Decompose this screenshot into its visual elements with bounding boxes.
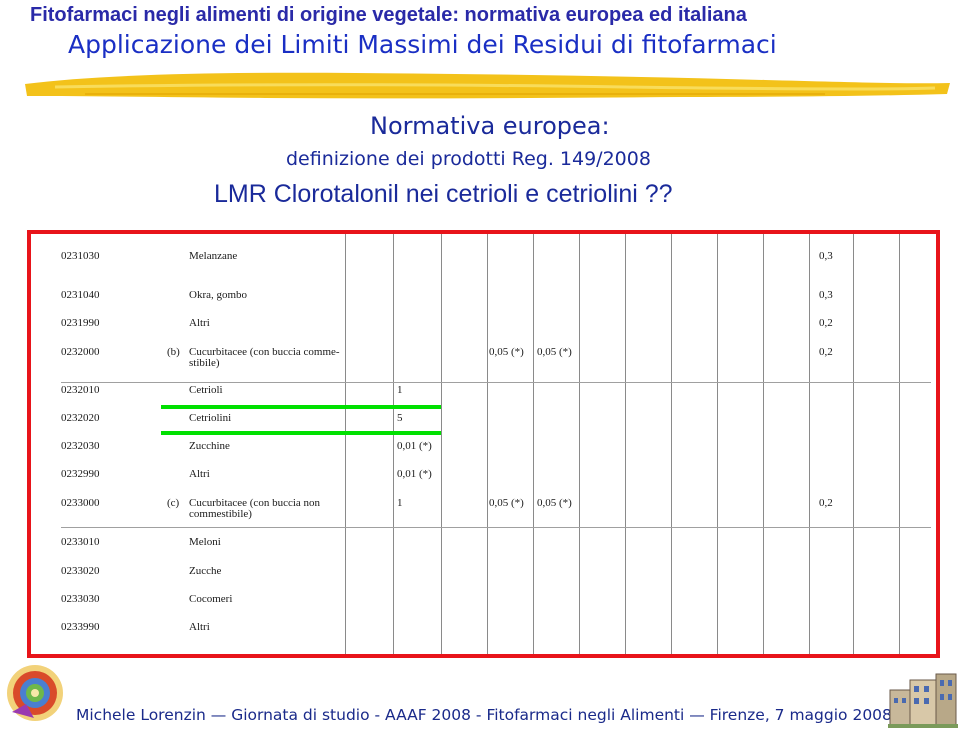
table-gridline xyxy=(763,234,764,654)
table-cell-name: commestibile) xyxy=(189,508,252,520)
section-subheading: definizione dei prodotti Reg. 149/2008 xyxy=(286,148,651,170)
table-cell-code: 0233020 xyxy=(61,565,100,577)
table-cell-lmr: 0,01 (*) xyxy=(397,440,432,452)
table-cell-lmr: 5 xyxy=(397,412,403,424)
table-cell-lmr: 0,01 (*) xyxy=(397,468,432,480)
highlight-bar xyxy=(161,405,441,409)
section-question: LMR Clorotalonil nei cetrioli e cetrioli… xyxy=(214,180,673,208)
table-cell-code: 0233000 xyxy=(61,497,100,509)
table-cell-name: Altri xyxy=(189,468,210,480)
table-gridline xyxy=(441,234,442,654)
table-cell-code: 0233990 xyxy=(61,621,100,633)
table-gridline xyxy=(899,234,900,654)
table-cell-name: Cocomeri xyxy=(189,593,233,605)
table-gridline xyxy=(671,234,672,654)
slide-subtitle: Applicazione dei Limiti Massimi dei Resi… xyxy=(68,30,777,59)
table-row-divider xyxy=(61,382,931,383)
table-cell-lmr: 0,05 (*) xyxy=(489,497,524,509)
table-cell-lmr: 1 xyxy=(397,384,403,396)
section-heading: Normativa europea: xyxy=(370,112,610,140)
yellow-brush-stroke xyxy=(25,72,950,99)
table-cell-lmr: 0,05 (*) xyxy=(537,497,572,509)
table-cell-code: 0232000 xyxy=(61,346,100,358)
table-cell-lmr: 0,2 xyxy=(819,497,833,509)
table-cell-lmr: 0,2 xyxy=(819,346,833,358)
table-cell-lmr: 0,05 (*) xyxy=(537,346,572,358)
regulation-table: 0231030 Melanzane 0,3 0231040 Okra, gombo 0,3… xyxy=(31,234,936,654)
table-cell-lmr: 0,3 xyxy=(819,250,833,262)
table-cell-group: (b) xyxy=(167,346,180,358)
table-gridline xyxy=(579,234,580,654)
table-cell-code: 0232020 xyxy=(61,412,100,424)
table-cell-name: Cetrioli xyxy=(189,384,223,396)
footer-credits: Michele Lorenzin — Giornata di studio - … xyxy=(76,706,892,724)
table-cell-code: 0231990 xyxy=(61,317,100,329)
table-cell-code: 0233030 xyxy=(61,593,100,605)
table-cell-code: 0233010 xyxy=(61,536,100,548)
slide-title: Fitofarmaci negli alimenti di origine ve… xyxy=(30,4,747,26)
highlight-bar xyxy=(161,431,441,435)
table-cell-code: 0232010 xyxy=(61,384,100,396)
table-row-divider xyxy=(61,527,931,528)
table-cell-name: stibile) xyxy=(189,357,220,369)
table-cell-name: Altri xyxy=(189,317,210,329)
table-cell-name: Cetriolini xyxy=(189,412,232,424)
table-cell-code: 0231040 xyxy=(61,289,100,301)
table-gridline xyxy=(717,234,718,654)
table-cell-lmr: 0,05 (*) xyxy=(489,346,524,358)
table-cell-code: 0231030 xyxy=(61,250,100,262)
table-gridline xyxy=(809,234,810,654)
table-cell-group: (c) xyxy=(167,497,180,509)
table-cell-lmr: 0,2 xyxy=(819,317,833,329)
table-gridline xyxy=(345,234,346,654)
table-cell-name: Altri xyxy=(189,621,210,633)
spiral-logo-icon xyxy=(7,665,63,721)
table-gridline xyxy=(853,234,854,654)
building-logo-icon xyxy=(888,673,958,728)
regulation-table-frame: 0231030 Melanzane 0,3 0231040 Okra, gombo 0,3… xyxy=(27,230,940,658)
table-cell-code: 0232030 xyxy=(61,440,100,452)
table-cell-name: Okra, gombo xyxy=(189,289,248,301)
table-cell-name: Zucchine xyxy=(189,440,230,452)
table-gridline xyxy=(487,234,488,654)
table-gridline xyxy=(393,234,394,654)
table-cell-name: Meloni xyxy=(189,536,221,548)
table-cell-lmr: 1 xyxy=(397,497,403,509)
table-cell-lmr: 0,3 xyxy=(819,289,833,301)
table-cell-name: Melanzane xyxy=(189,250,238,262)
table-cell-name: Zucche xyxy=(189,565,222,577)
table-cell-code: 0232990 xyxy=(61,468,100,480)
table-gridline xyxy=(625,234,626,654)
table-gridline xyxy=(533,234,534,654)
